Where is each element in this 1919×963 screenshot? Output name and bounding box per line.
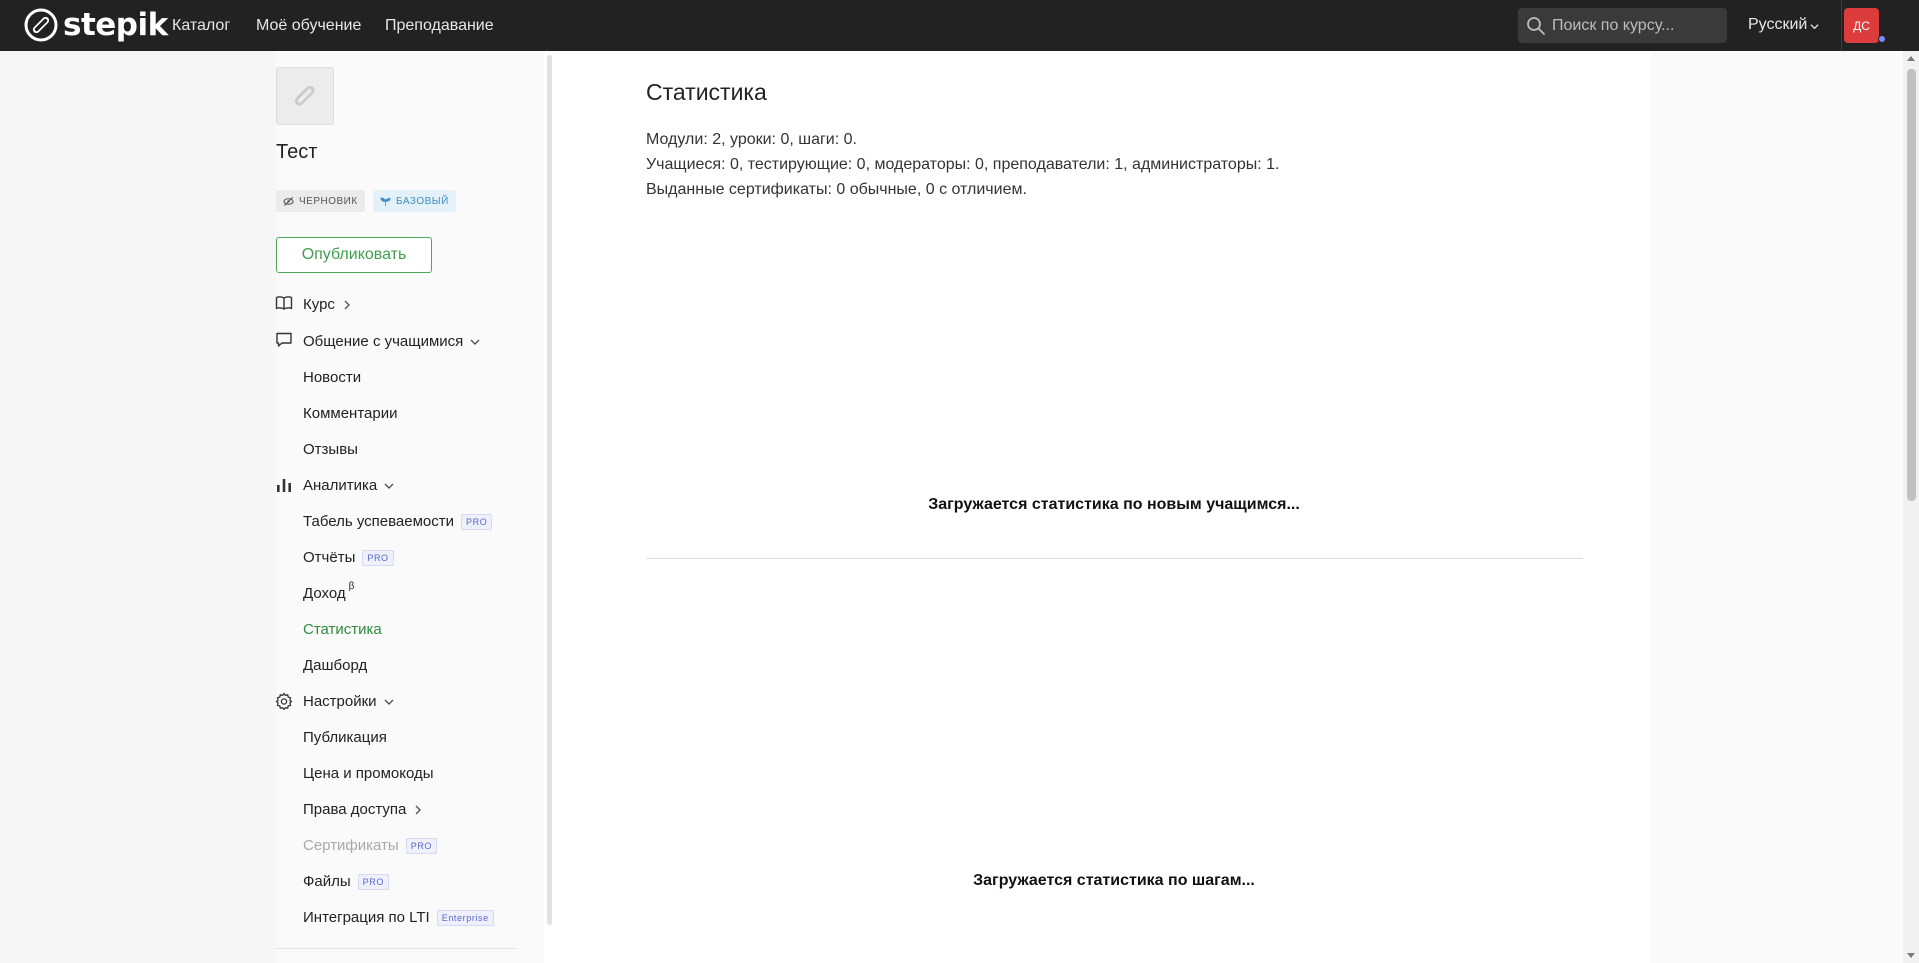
- pro-badge: PRO: [362, 550, 394, 566]
- sidebar-item-gradebook[interactable]: Табель успеваемости PRO: [303, 513, 493, 531]
- chevron-down-icon: [470, 339, 480, 345]
- sidebar-item-income[interactable]: Доход β: [303, 581, 354, 603]
- pro-badge: PRO: [405, 838, 438, 854]
- eye-off-icon: [283, 196, 294, 206]
- sidebar-item-pricing[interactable]: Цена и промокоды: [303, 765, 434, 783]
- sidebar-item-label: Цена и промокоды: [303, 765, 434, 782]
- sidebar-item-label: Новости: [303, 369, 362, 386]
- sidebar-item-access[interactable]: Права доступа: [303, 801, 423, 819]
- basic-badge-label: БАЗОВЫЙ: [396, 195, 449, 207]
- scroll-up-arrow[interactable]: [1907, 56, 1915, 61]
- scroll-down-arrow[interactable]: [1907, 953, 1915, 958]
- sidebar-item-label: Табель успеваемости: [303, 513, 455, 530]
- sidebar-item-label: Дашборд: [303, 657, 368, 674]
- course-title: Тест: [276, 141, 318, 163]
- section-divider: [646, 558, 1583, 559]
- chat-icon: [276, 332, 292, 347]
- draft-badge: ЧЕРНОВИК: [276, 190, 365, 212]
- sidebar-item-communication[interactable]: Общение с учащимися: [303, 333, 480, 351]
- sidebar-item-label: Отчёты: [303, 549, 356, 566]
- sidebar-item-comments[interactable]: Комментарии: [303, 405, 397, 423]
- book-icon: [275, 296, 293, 310]
- stepik-logo-icon: [24, 8, 58, 42]
- publish-button[interactable]: Опубликовать: [276, 237, 432, 273]
- loading-steps-stats: Загружается статистика по шагам...: [973, 872, 1255, 889]
- notification-dot: [1878, 35, 1886, 43]
- summary-certificates: Выданные сертификаты: 0 обычные, 0 с отл…: [646, 181, 1027, 198]
- sidebar-item-reviews[interactable]: Отзывы: [303, 441, 358, 459]
- chevron-right-icon: [344, 300, 350, 310]
- enterprise-badge: Enterprise: [436, 910, 494, 926]
- nav-my-learning[interactable]: Моё обучение: [256, 16, 361, 36]
- chevron-right-icon: [415, 805, 422, 815]
- search-input[interactable]: [1552, 16, 1722, 35]
- pro-badge: PRO: [461, 514, 493, 530]
- sidebar-item-label: Статистика: [303, 621, 382, 638]
- sidebar-item-reports[interactable]: Отчёты PRO: [303, 549, 394, 567]
- sidebar-scrollbar[interactable]: [547, 55, 552, 925]
- sidebar-item-label: Интеграция по LTI: [303, 909, 430, 926]
- nav-teaching[interactable]: Преподавание: [385, 16, 494, 36]
- nav-catalog[interactable]: Каталог: [172, 16, 230, 36]
- user-avatar[interactable]: ДС: [1844, 8, 1879, 43]
- sidebar-item-label: Права доступа: [303, 801, 407, 818]
- course-search[interactable]: [1518, 8, 1727, 43]
- sidebar-item-label: Доход: [303, 585, 346, 602]
- sidebar-item-dashboard[interactable]: Дашборд: [303, 657, 367, 675]
- sidebar-item-files[interactable]: Файлы PRO: [303, 873, 389, 891]
- sidebar-item-statistics[interactable]: Статистика: [303, 621, 382, 639]
- chevron-down-icon: [384, 699, 394, 705]
- course-sidebar: [276, 51, 544, 963]
- sidebar-item-label: Курс: [303, 296, 335, 313]
- page-gutter-right: [1651, 51, 1903, 963]
- sidebar-item-certificates[interactable]: Сертификаты PRO: [303, 837, 438, 855]
- sidebar-item-label: Сертификаты: [303, 837, 399, 854]
- sidebar-item-analytics[interactable]: Аналитика: [303, 477, 394, 495]
- sidebar-item-lti[interactable]: Интеграция по LTI Enterprise: [303, 909, 494, 927]
- stepik-logo[interactable]: stepik: [24, 8, 168, 42]
- basic-badge: БАЗОВЫЙ: [373, 190, 456, 212]
- chevron-down-icon: [384, 483, 394, 489]
- summary-learners: Учащиеся: 0, тестирующие: 0, модераторы:…: [646, 156, 1280, 173]
- language-label: Русский: [1748, 16, 1808, 33]
- draft-badge-label: ЧЕРНОВИК: [299, 195, 358, 207]
- sidebar-divider: [276, 948, 516, 949]
- sidebar-item-label: Настройки: [303, 693, 377, 710]
- sidebar-item-label: Публикация: [303, 729, 387, 746]
- search-icon: [1527, 16, 1545, 35]
- sidebar-item-label: Отзывы: [303, 441, 358, 458]
- sidebar-item-publication[interactable]: Публикация: [303, 729, 387, 747]
- page-scrollbar[interactable]: [1903, 51, 1919, 963]
- page-gutter-left: [0, 51, 276, 963]
- chevron-down-icon: [1810, 23, 1819, 29]
- course-placeholder-icon: [294, 85, 315, 106]
- sidebar-item-news[interactable]: Новости: [303, 369, 361, 387]
- scrollbar-thumb[interactable]: [1907, 69, 1916, 501]
- sidebar-item-label: Аналитика: [303, 477, 378, 494]
- sidebar-item-settings[interactable]: Настройки: [303, 693, 394, 711]
- header-divider: [1841, 0, 1842, 51]
- sprout-icon: [380, 196, 391, 206]
- pro-badge: PRO: [357, 874, 389, 890]
- sidebar-item-label: Файлы: [303, 873, 351, 890]
- top-navbar: stepik Каталог Моё обучение Преподавание…: [0, 0, 1919, 51]
- sidebar-item-label: Общение с учащимися: [303, 333, 464, 350]
- language-selector[interactable]: Русский: [1748, 16, 1819, 34]
- sidebar-item-course[interactable]: Курс: [303, 296, 352, 314]
- summary-modules: Модули: 2, уроки: 0, шаги: 0.: [646, 131, 857, 148]
- loading-learners-stats: Загружается статистика по новым учащимся…: [928, 496, 1300, 513]
- page-title: Статистика: [646, 79, 767, 105]
- course-cover: [276, 67, 334, 125]
- bar-chart-icon: [277, 479, 291, 492]
- logo-text: stepik: [63, 7, 168, 43]
- gear-icon: [275, 692, 293, 710]
- beta-mark: β: [348, 581, 355, 592]
- sidebar-item-label: Комментарии: [303, 405, 398, 422]
